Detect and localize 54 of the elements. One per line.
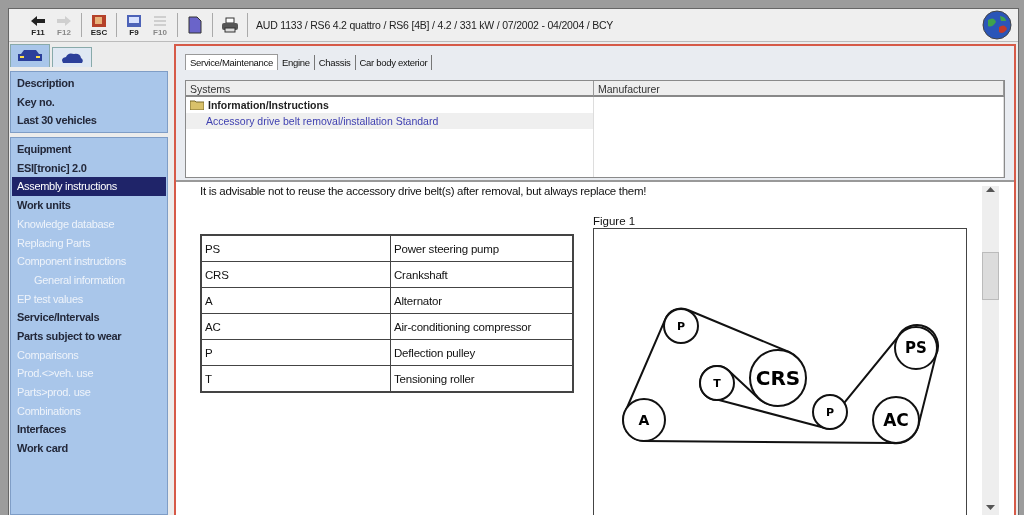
column-header[interactable]: Systems bbox=[186, 81, 594, 97]
back-button[interactable]: F11 bbox=[26, 11, 50, 39]
table-cell: PS bbox=[201, 235, 391, 262]
cloud-icon bbox=[60, 50, 84, 65]
sidebar-item[interactable]: Service/Intervals bbox=[12, 308, 166, 327]
figure-caption: Figure 1 bbox=[593, 214, 636, 228]
arrow-left-icon bbox=[29, 13, 47, 28]
pulley: AC bbox=[872, 396, 920, 444]
sidebar-tab[interactable] bbox=[10, 44, 50, 67]
sidebar-item[interactable]: Work card bbox=[12, 439, 166, 458]
table-cell: A bbox=[201, 287, 391, 314]
globe-icon[interactable] bbox=[982, 10, 1012, 40]
table-cell: CRS bbox=[201, 261, 391, 288]
scrollbar[interactable] bbox=[982, 186, 999, 515]
exit-button[interactable]: ESC bbox=[87, 11, 111, 39]
sidebar-item[interactable]: ESI[tronic] 2.0 bbox=[12, 158, 166, 178]
sidebar-item[interactable]: Interfaces bbox=[12, 420, 166, 440]
pulley: CRS bbox=[749, 349, 807, 407]
sidebar-item[interactable]: Parts subject to wear bbox=[12, 326, 166, 346]
pulley: T bbox=[699, 365, 735, 401]
folder-icon bbox=[190, 100, 204, 110]
tree-row-label: Information/Instructions bbox=[208, 99, 329, 111]
tab[interactable]: Engine bbox=[278, 54, 315, 70]
tab[interactable]: Service/Maintenance bbox=[185, 54, 278, 70]
car-icon bbox=[17, 49, 43, 63]
sidebar-item[interactable]: Assembly instructions bbox=[12, 177, 166, 197]
table-cell: P bbox=[201, 339, 391, 366]
printer-icon bbox=[221, 16, 239, 34]
pulley: P bbox=[663, 308, 699, 344]
screen-icon bbox=[125, 13, 143, 28]
sidebar-tab[interactable] bbox=[52, 47, 92, 67]
tab[interactable]: Chassis bbox=[314, 54, 356, 70]
document-icon bbox=[186, 16, 204, 34]
sidebar-item[interactable]: Work units bbox=[12, 196, 166, 215]
pulley: A bbox=[622, 398, 666, 442]
screen-button[interactable]: F9 bbox=[122, 11, 146, 39]
sidebar-item[interactable]: Key no. bbox=[12, 92, 166, 112]
list-icon bbox=[151, 13, 169, 28]
sidebar-item[interactable]: Description bbox=[12, 74, 166, 93]
vehicle-info: AUD 1133 / RS6 4.2 quattro / RS6 [4B] / 4.2 / 331 kW / 07/2002 - 04/2004 / BCY bbox=[256, 19, 614, 31]
sidebar-item[interactable]: Equipment bbox=[12, 140, 166, 159]
pulley: P bbox=[812, 394, 848, 430]
exit-icon bbox=[90, 13, 108, 28]
pulley: PS bbox=[894, 326, 938, 370]
arrow-right-icon bbox=[55, 13, 73, 28]
scrollbar-thumb[interactable] bbox=[982, 252, 999, 300]
column-header[interactable]: Manufacturer bbox=[594, 81, 1004, 97]
tree-row[interactable]: Accessory drive belt removal/installation Standard bbox=[186, 113, 594, 129]
scroll-up-icon[interactable] bbox=[986, 186, 995, 192]
sidebar-item[interactable]: Last 30 vehicles bbox=[12, 111, 166, 131]
tab[interactable]: Car body exterior bbox=[355, 54, 433, 70]
scroll-down-icon[interactable] bbox=[986, 505, 995, 511]
notice-text: It is advisable not to reuse the accessory drive belt(s) after removal, but always replace them! bbox=[200, 185, 648, 197]
table-cell: AC bbox=[201, 313, 391, 340]
